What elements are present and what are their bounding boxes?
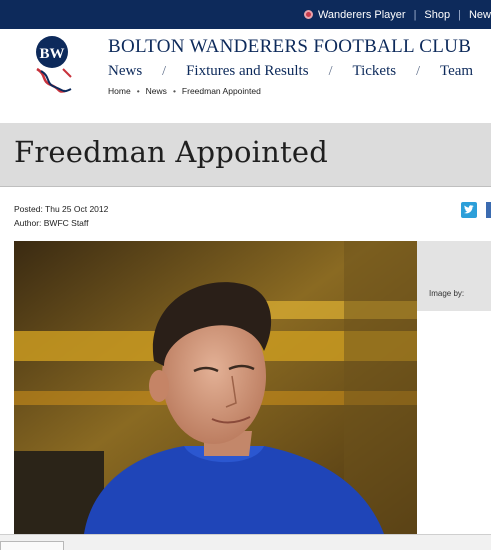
author: Author: BWFC Staff <box>14 218 89 228</box>
article-photo <box>14 241 417 534</box>
page-title: Freedman Appointed <box>14 135 329 169</box>
breadcrumb-separator: • <box>172 86 176 96</box>
twitter-icon <box>464 205 474 214</box>
breadcrumb-current: Freedman Appointed <box>181 86 261 96</box>
nav-divider: / <box>416 63 420 79</box>
divider: | <box>458 8 461 21</box>
divider: | <box>413 8 417 21</box>
wanderers-player-link[interactable]: Wanderers Player <box>318 9 406 21</box>
main-nav: News / Fixtures and Results / Tickets / … <box>108 63 473 80</box>
breadcrumb-news[interactable]: News <box>146 86 167 96</box>
new-link[interactable]: New <box>469 9 491 21</box>
breadcrumb-home[interactable]: Home <box>108 86 131 96</box>
twitter-share-button[interactable] <box>461 202 477 218</box>
club-crest-logo[interactable]: BW <box>27 33 79 97</box>
facebook-share-button[interactable] <box>486 202 491 218</box>
browser-bottom-strip <box>0 534 491 550</box>
utility-links: Wanderers Player | Shop | New <box>303 0 491 29</box>
crest-letters: BW <box>39 46 64 62</box>
nav-divider: / <box>328 63 333 79</box>
image-credit-label: Image by: <box>429 289 465 298</box>
top-utility-bar: Wanderers Player | Shop | New <box>0 0 491 29</box>
article-photo-illustration <box>14 241 417 534</box>
nav-item-tickets[interactable]: Tickets <box>352 63 396 80</box>
nav-item-news[interactable]: News <box>108 63 142 80</box>
nav-item-team[interactable]: Team <box>440 63 473 80</box>
club-name[interactable]: BOLTON WANDERERS FOOTBALL CLUB <box>108 36 471 58</box>
breadcrumb: Home • News • Freedman Appointed <box>108 86 261 96</box>
title-band: Freedman Appointed <box>0 123 491 187</box>
nav-divider: / <box>162 63 167 79</box>
image-credit-panel: Image by: <box>417 241 491 311</box>
site-header: BW BOLTON WANDERERS FOOTBALL CLUB News /… <box>0 29 491 123</box>
shop-link[interactable]: Shop <box>424 9 450 21</box>
scroll-tab[interactable] <box>0 541 64 550</box>
article-meta: Posted: Thu 25 Oct 2012 Author: BWFC Sta… <box>14 202 108 230</box>
breadcrumb-separator: • <box>136 86 140 96</box>
nav-item-fixtures-results[interactable]: Fixtures and Results <box>186 63 309 80</box>
posted-date: Posted: Thu 25 Oct 2012 <box>14 204 109 214</box>
radio-icon <box>303 10 313 19</box>
